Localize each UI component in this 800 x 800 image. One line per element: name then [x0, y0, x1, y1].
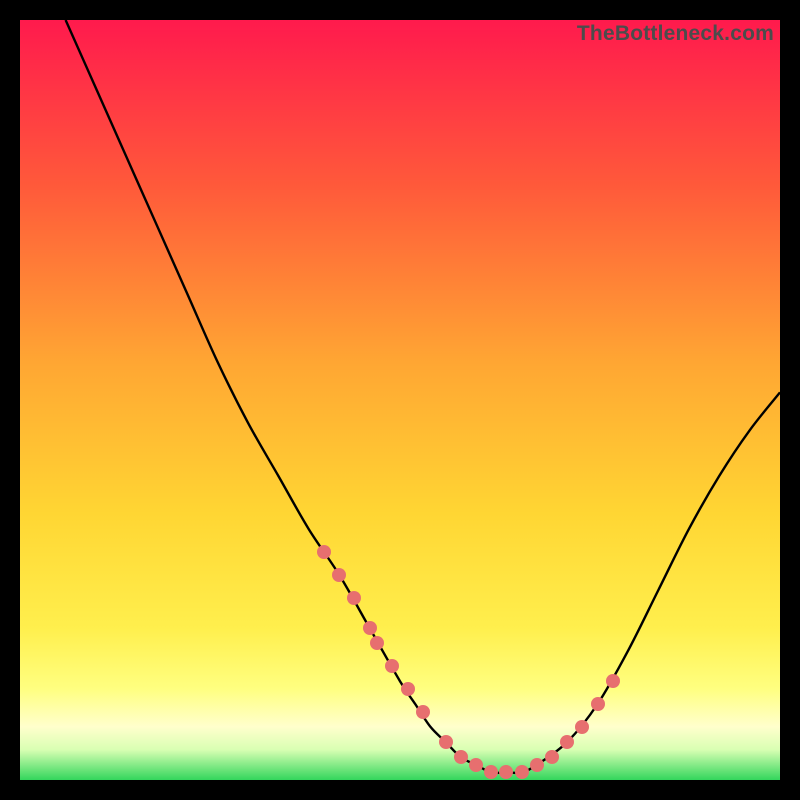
- data-point: [560, 735, 574, 749]
- data-point: [499, 765, 513, 779]
- chart-frame: TheBottleneck.com: [20, 20, 780, 780]
- data-point: [439, 735, 453, 749]
- data-point: [484, 765, 498, 779]
- data-point: [530, 758, 544, 772]
- data-point: [454, 750, 468, 764]
- data-point: [469, 758, 483, 772]
- data-point: [385, 659, 399, 673]
- gradient-background: [20, 20, 780, 780]
- data-point: [370, 636, 384, 650]
- data-point: [591, 697, 605, 711]
- watermark-text: TheBottleneck.com: [577, 22, 774, 46]
- chart-svg: [20, 20, 780, 780]
- data-point: [401, 682, 415, 696]
- data-point: [606, 674, 620, 688]
- data-point: [332, 568, 346, 582]
- data-point: [317, 545, 331, 559]
- data-point: [545, 750, 559, 764]
- data-point: [347, 591, 361, 605]
- data-point: [575, 720, 589, 734]
- data-point: [515, 765, 529, 779]
- data-point: [416, 705, 430, 719]
- data-point: [363, 621, 377, 635]
